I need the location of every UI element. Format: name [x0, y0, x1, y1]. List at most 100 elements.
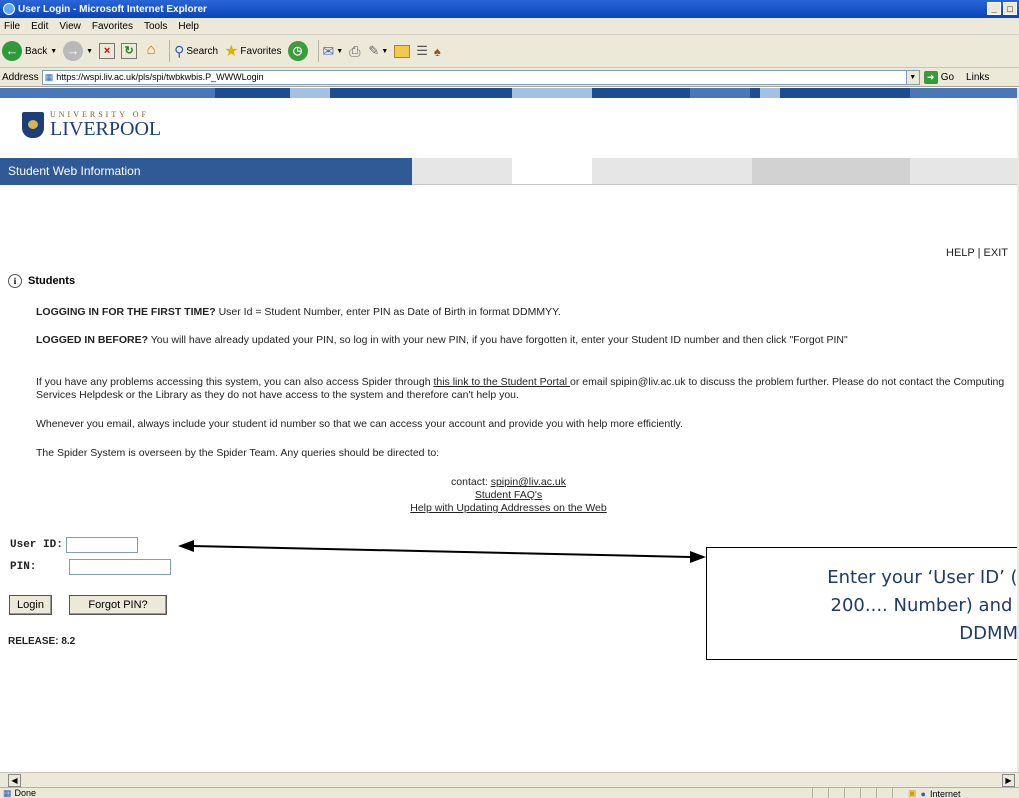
status-text: Done: [14, 788, 37, 798]
pin-row: PIN:: [10, 559, 171, 575]
nav-banner: Student Web Information: [0, 158, 1017, 185]
menu-edit[interactable]: Edit: [31, 21, 48, 32]
menu-view[interactable]: View: [59, 21, 81, 32]
userid-row: User ID:: [10, 537, 138, 553]
links-button[interactable]: Links: [966, 72, 989, 83]
maximize-button[interactable]: □: [1003, 2, 1017, 15]
stop-icon[interactable]: ×: [99, 43, 116, 59]
print-icon[interactable]: ⎙: [349, 43, 360, 60]
userid-label: User ID:: [10, 539, 63, 551]
address-dropdown-icon[interactable]: ▼: [905, 70, 919, 84]
menu-tools[interactable]: Tools: [144, 21, 167, 32]
status-bar: ▦ Done ▣ ● Internet: [0, 787, 1019, 798]
globe-icon: ●: [920, 788, 926, 798]
forward-button[interactable]: → ▼: [63, 41, 93, 61]
menu-file[interactable]: File: [4, 21, 20, 32]
page-content: UNIVERSITY OF LIVERPOOL Student Web Info…: [0, 88, 1017, 772]
problems-paragraph: If you have any problems accessing this …: [36, 376, 1012, 402]
ie-icon: [3, 3, 15, 15]
horizontal-scrollbar[interactable]: ◀ ▶: [0, 772, 1019, 787]
address-bar: Address ▦ https://wspi.liv.ac.uk/pls/spi…: [0, 68, 1019, 87]
status-cell: [812, 788, 828, 798]
first-time-text: User Id = Student Number, enter PIN as D…: [215, 306, 561, 318]
menu-help[interactable]: Help: [178, 21, 199, 32]
back-label: Back: [25, 45, 48, 57]
browser-window: User Login - Microsoft Internet Explorer…: [0, 0, 1019, 798]
nav-segment: [910, 158, 1017, 184]
zone-label: Internet: [929, 788, 961, 798]
callout-line2: 200.... Number) and P: [830, 595, 1017, 616]
menu-favorites[interactable]: Favorites: [92, 21, 133, 32]
edit-dropdown-icon[interactable]: ▼: [381, 48, 388, 55]
favorites-star-icon: ★: [224, 43, 239, 60]
go-label: Go: [940, 71, 955, 83]
address-url: https://wspi.liv.ac.uk/pls/spi/twbkwbis.…: [56, 72, 264, 82]
window-controls: _ □: [987, 2, 1017, 15]
pin-label: PIN:: [10, 561, 37, 573]
callout-line1: Enter your ‘User ID’ (S: [827, 567, 1017, 588]
browser-toolbar: ← Back ▼ → ▼ × ↻ ⌂ ⚲ Search ★ Favorites …: [0, 35, 1019, 68]
contact-label: contact:: [451, 476, 491, 488]
status-cell: [844, 788, 860, 798]
messenger-icon[interactable]: ♠: [434, 44, 441, 59]
first-time-heading: LOGGING IN FOR THE FIRST TIME?: [36, 306, 216, 318]
scroll-left-icon[interactable]: ◀: [8, 774, 21, 787]
exit-link[interactable]: EXIT: [984, 247, 1008, 259]
spider-team-paragraph: The Spider System is overseen by the Spi…: [36, 447, 440, 459]
folder-icon[interactable]: [394, 44, 411, 58]
edit-icon[interactable]: ✎: [368, 43, 379, 59]
favorites-label: Favorites: [240, 45, 282, 57]
security-zone: ▣ ● Internet: [908, 788, 960, 798]
menu-bar: File Edit View Favorites Tools Help: [0, 18, 1019, 35]
students-heading: i Students: [8, 274, 75, 288]
addresses-help-link[interactable]: Help with Updating Addresses on the Web: [410, 502, 607, 514]
back-button[interactable]: ← Back ▼: [2, 41, 57, 61]
nav-segment: [412, 158, 512, 184]
scroll-right-icon[interactable]: ▶: [1002, 774, 1015, 787]
forgot-pin-button[interactable]: Forgot PIN?: [69, 595, 167, 615]
student-faq-link[interactable]: Student FAQ's: [475, 489, 542, 501]
login-button[interactable]: Login: [9, 595, 52, 615]
forward-dropdown-icon[interactable]: ▼: [86, 48, 93, 55]
help-exit-links: HELP | EXIT: [946, 247, 1008, 259]
forward-arrow-icon: →: [63, 41, 84, 61]
release-version: RELEASE: 8.2: [8, 636, 76, 647]
email-paragraph: Whenever you email, always include your …: [36, 418, 683, 430]
mail-dropdown-icon[interactable]: ▼: [336, 48, 343, 55]
address-label: Address: [2, 71, 39, 83]
back-dropdown-icon[interactable]: ▼: [50, 48, 57, 55]
contact-email-link[interactable]: spipin@liv.ac.uk: [491, 476, 566, 488]
info-icon: i: [8, 274, 22, 288]
window-title: User Login - Microsoft Internet Explorer: [18, 3, 207, 15]
mail-icon[interactable]: ✉: [323, 43, 335, 60]
logo-line2: LIVERPOOL: [50, 118, 162, 140]
title-bar: User Login - Microsoft Internet Explorer…: [0, 0, 1019, 18]
header-stripe: [0, 88, 1017, 98]
go-arrow-icon: ➜: [923, 70, 938, 84]
address-input[interactable]: ▦ https://wspi.liv.ac.uk/pls/spi/twbkwbi…: [41, 69, 920, 85]
go-button[interactable]: ➜ Go: [923, 70, 955, 84]
callout-line3: DDMMY: [959, 623, 1017, 644]
back-arrow-icon: ←: [2, 41, 22, 61]
problems-text-a: If you have any problems accessing this …: [36, 376, 434, 388]
status-cell: [860, 788, 876, 798]
nav-segment: [512, 158, 592, 184]
university-logo: UNIVERSITY OF LIVERPOOL: [22, 110, 161, 139]
student-portal-link[interactable]: this link to the Student Portal: [433, 376, 570, 388]
pin-input[interactable]: [69, 559, 171, 575]
minimize-button[interactable]: _: [987, 2, 1001, 15]
nav-segment: [592, 158, 752, 184]
refresh-icon[interactable]: ↻: [121, 43, 138, 59]
help-link[interactable]: HELP: [946, 247, 975, 259]
nav-title: Student Web Information: [0, 158, 412, 185]
first-time-paragraph: LOGGING IN FOR THE FIRST TIME? User Id =…: [36, 306, 1012, 319]
home-icon[interactable]: ⌂: [143, 42, 159, 59]
userid-input[interactable]: [65, 537, 138, 553]
help-separator: |: [977, 247, 981, 259]
favorites-button[interactable]: ★ Favorites: [224, 41, 281, 61]
logged-before-text: You will have already updated your PIN, …: [148, 334, 848, 346]
section-title: Students: [28, 275, 76, 287]
research-icon[interactable]: ☰: [416, 43, 428, 59]
history-icon[interactable]: ◷: [287, 41, 308, 61]
search-button[interactable]: ⚲ Search: [174, 43, 218, 60]
